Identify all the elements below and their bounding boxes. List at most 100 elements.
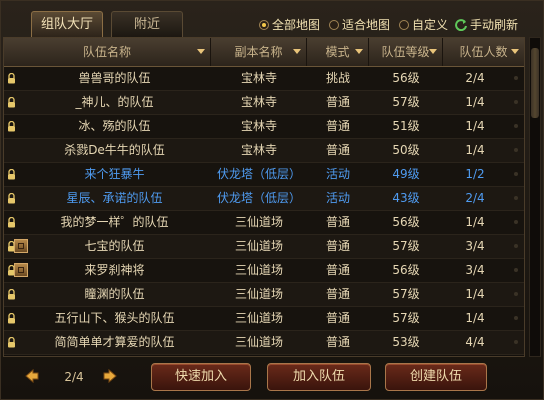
status-dot-icon [514,268,518,272]
table-header: 队伍名称 副本名称 模式 队伍等级 队伍人数 [4,38,524,67]
table-row[interactable]: 我的梦一样゜的队伍 三仙道场 普通 56级 1/4 [4,211,524,235]
dungeon-name-cell: 宝林寺 [240,119,277,133]
mode-cell: 普通 [325,335,350,349]
radio-icon [329,20,339,30]
status-dot-icon [514,340,518,344]
dungeon-name-cell: 宝林寺 [240,71,277,85]
dungeon-name-cell: 三仙道场 [234,215,283,229]
table-row[interactable]: 冰、殇的队伍 宝林寺 普通 51级 1/4 [4,115,524,139]
status-dot-icon [514,76,518,80]
mode-cell: 挑战 [325,71,350,85]
table-row[interactable]: 瞳渊的队伍 三仙道场 普通 57级 1/4 [4,283,524,307]
mode-cell: 普通 [325,311,350,325]
table-row[interactable]: 来罗刹神将 三仙道场 普通 56级 3/4 [4,259,524,283]
status-dot-icon [514,196,518,200]
team-level-cell: 57级 [392,287,420,301]
filter-label: 自定义 [412,18,449,32]
scrollbar-thumb[interactable] [531,48,539,118]
table-row[interactable]: 五行山下、猴头的队伍 三仙道场 普通 57级 1/4 [4,307,524,331]
sort-arrow-icon [429,49,437,54]
status-dot-icon [514,244,518,248]
team-name-cell: 五行山下、猴头的队伍 [54,311,175,325]
team-name-cell: _神儿、的队伍 [75,95,154,109]
sort-arrow-icon [197,49,205,54]
column-mode[interactable]: 模式 [307,38,369,66]
refresh-button[interactable]: 手动刷新 [455,15,518,35]
dungeon-name-cell: 三仙道场 [234,311,283,325]
join-team-button[interactable]: 加入队伍 [267,363,371,391]
filter-custom[interactable]: 自定义 [399,15,448,35]
dungeon-name-cell: 三仙道场 [234,287,283,301]
filter-all-maps[interactable]: 全部地图 [259,15,320,35]
radio-selected-icon [259,20,269,30]
status-dot-icon [514,148,518,152]
tab-nearby[interactable]: 附近 [111,11,183,37]
team-hall-window: 组队大厅 附近 全部地图 适合地图 自定义 手动刷新 队伍名称 副本名称 模式 … [0,0,544,400]
team-name-cell: 来个狂暴牛 [84,167,145,181]
team-level-cell: 57级 [392,95,420,109]
team-size-cell: 1/4 [465,143,485,157]
scrollbar[interactable] [529,37,541,357]
team-level-cell: 57级 [392,311,420,325]
lock-icon [8,313,15,324]
table-row[interactable]: 七宝的队伍 三仙道场 普通 57级 3/4 [4,235,524,259]
team-size-cell: 2/4 [465,191,485,205]
table-row[interactable]: 简简单单才算爱的队伍 三仙道场 普通 53级 4/4 [4,331,524,355]
lock-icon [8,337,15,348]
column-label: 队伍等级 [381,45,430,59]
create-team-button[interactable]: 创建队伍 [385,363,487,391]
column-label: 队伍名称 [82,45,131,59]
prev-page-arrow-icon[interactable] [23,367,41,385]
page-indicator: 2/4 [64,370,84,384]
dungeon-name-cell: 宝林寺 [240,143,277,157]
dungeon-name-cell: 三仙道场 [234,335,283,349]
status-dot-icon [514,172,518,176]
mode-cell: 普通 [325,263,350,277]
sort-arrow-icon [293,49,301,54]
team-name-cell: 我的梦一样゜的队伍 [60,215,169,229]
team-name-cell: 杀戮De牛牛的队伍 [64,143,165,157]
team-size-cell: 3/4 [465,263,485,277]
team-size-cell: 2/4 [465,71,485,85]
status-dot-icon [514,100,518,104]
refresh-icon [455,19,467,31]
team-level-cell: 56级 [392,71,420,85]
radio-icon [399,20,409,30]
team-size-cell: 1/4 [465,119,485,133]
team-level-cell: 43级 [392,191,420,205]
column-team-size[interactable]: 队伍人数 [443,38,524,66]
map-filter-bar: 全部地图 适合地图 自定义 手动刷新 [259,15,539,35]
team-name-cell: 冰、殇的队伍 [78,119,151,133]
team-size-cell: 4/4 [465,335,485,349]
tab-team-hall[interactable]: 组队大厅 [31,11,103,37]
dungeon-name-cell: 伏龙塔（低层） [216,167,301,181]
team-level-cell: 51级 [392,119,420,133]
table-row[interactable]: _神儿、的队伍 宝林寺 普通 57级 1/4 [4,91,524,115]
table-row[interactable]: 星辰、承诺的队伍 伏龙塔（低层） 活动 43级 2/4 [4,187,524,211]
table-row[interactable]: 来个狂暴牛 伏龙塔（低层） 活动 49级 1/2 [4,163,524,187]
filter-suitable-maps[interactable]: 适合地图 [329,15,390,35]
status-dot-icon [514,316,518,320]
filter-label: 全部地图 [272,18,321,32]
table-row[interactable]: 杀戮De牛牛的队伍 宝林寺 普通 50级 1/4 [4,139,524,163]
lock-icon [8,169,15,180]
next-page-arrow-icon[interactable] [101,367,119,385]
lock-icon [8,193,15,204]
column-dungeon-name[interactable]: 副本名称 [211,38,307,66]
filter-label: 适合地图 [342,18,391,32]
quick-join-button[interactable]: 快速加入 [151,363,251,391]
status-dot-icon [514,220,518,224]
column-label: 队伍人数 [459,45,508,59]
lock-icon [8,289,15,300]
column-team-level[interactable]: 队伍等级 [369,38,443,66]
team-name-cell: 兽兽哥的队伍 [78,71,151,85]
column-team-name[interactable]: 队伍名称 [4,38,211,66]
mode-cell: 普通 [325,287,350,301]
table-row[interactable]: 兽兽哥的队伍 宝林寺 挑战 56级 2/4 [4,67,524,91]
team-level-cell: 49级 [392,167,420,181]
status-dot-icon [514,124,518,128]
dungeon-name-cell: 三仙道场 [234,263,283,277]
team-size-cell: 1/4 [465,95,485,109]
team-name-cell: 七宝的队伍 [84,239,145,253]
lock-icon [8,217,15,228]
